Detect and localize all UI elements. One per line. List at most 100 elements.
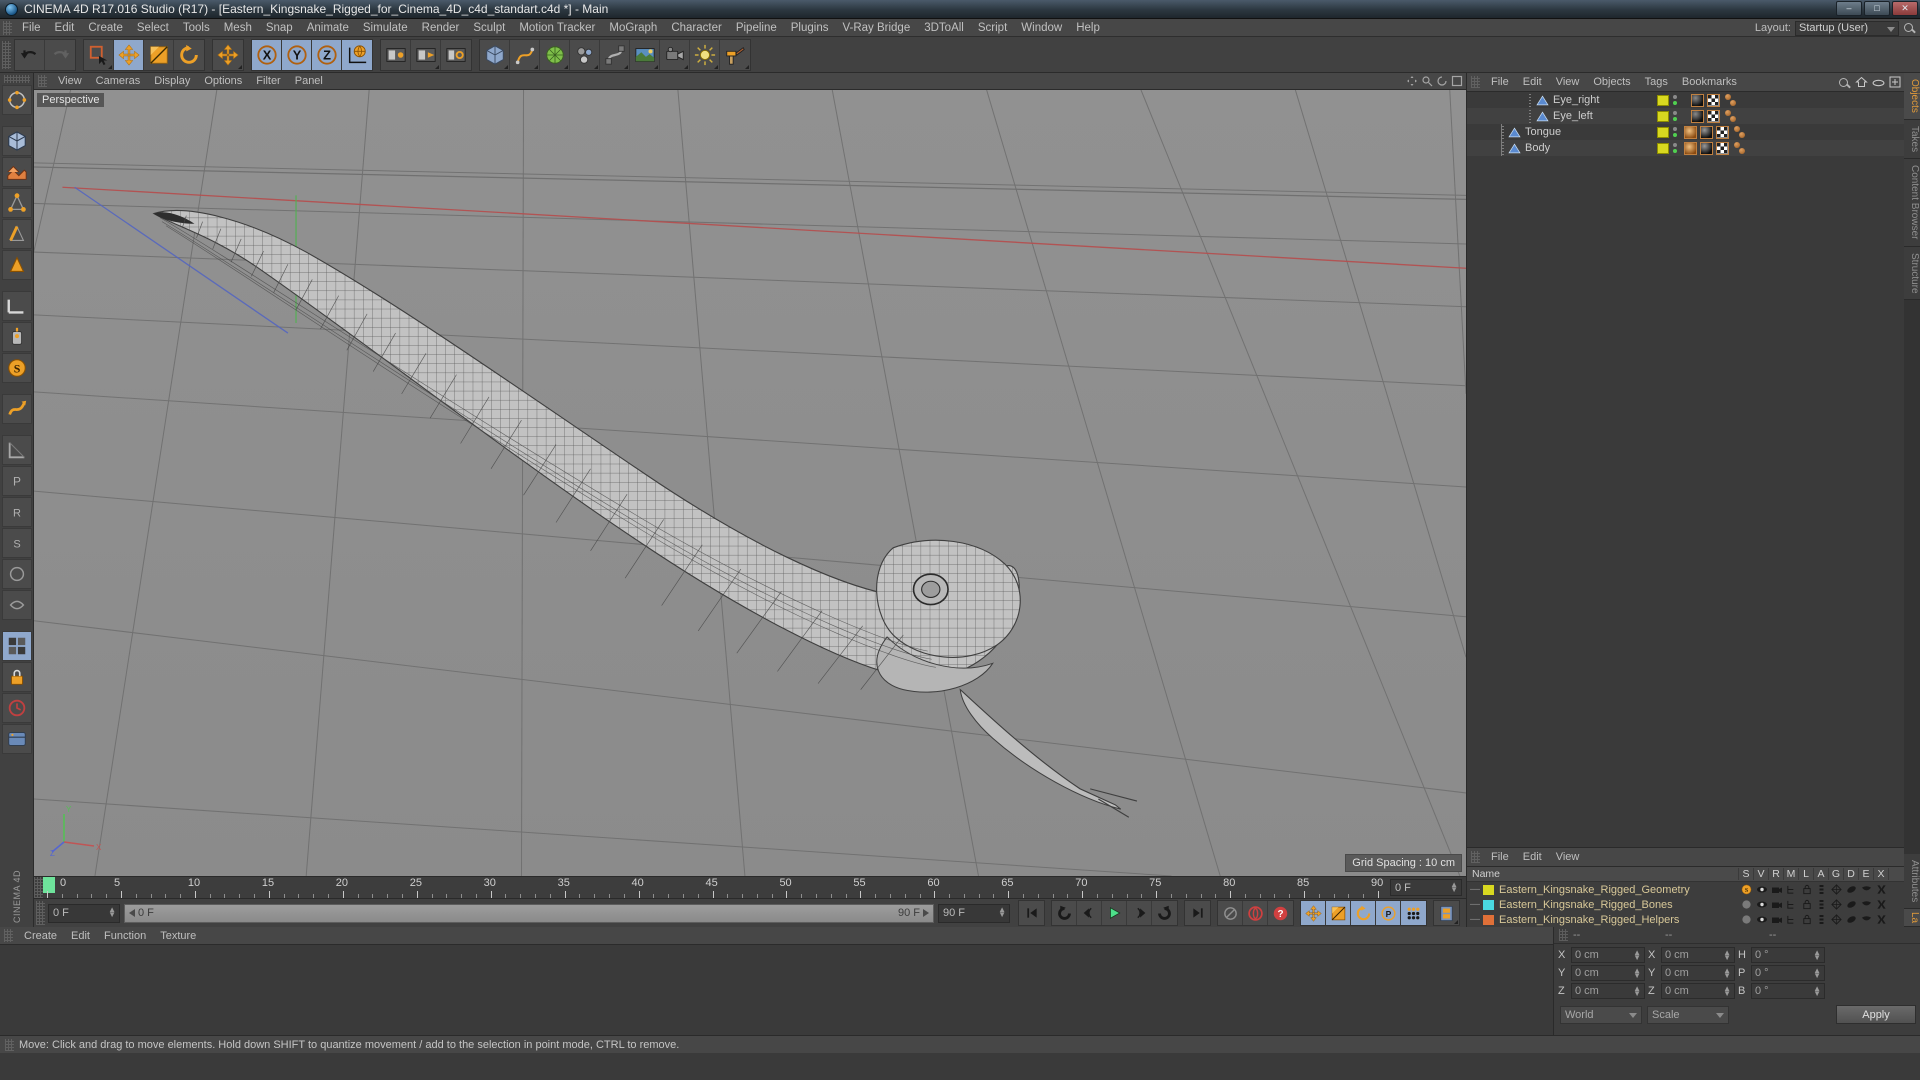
visibility-dots[interactable] [1673,127,1677,137]
lock-toggle[interactable] [1799,899,1814,910]
time-slider[interactable]: 0 F 90 F [124,903,934,923]
viewport-menu-cameras[interactable]: Cameras [89,73,148,90]
menu-mograph[interactable]: MoGraph [602,19,664,37]
rotation-toggle[interactable] [1351,901,1376,925]
layer-color-swatch[interactable] [1657,142,1669,154]
editor-visibility-dot[interactable] [1673,143,1677,147]
size-z-field[interactable]: 0 cm ▲ ▼ [1661,983,1735,999]
play-backwards-button[interactable] [1052,901,1077,925]
layer-color-swatch[interactable] [1657,126,1669,138]
render-toggle[interactable] [1769,900,1784,910]
render-toggle[interactable] [1769,915,1784,925]
column-header-m[interactable]: M [1784,868,1799,880]
list-item[interactable]: — Eastern_Kingsnake_Rigged_Bones [1467,897,1904,912]
menubar-grip[interactable] [3,20,12,35]
layermgr-menu-view[interactable]: View [1549,848,1587,867]
measure-button[interactable] [1,435,32,465]
extra-tag-dots[interactable] [1724,109,1742,123]
menu-render[interactable]: Render [415,19,467,37]
visibility-dots[interactable] [1673,95,1677,105]
add-spline-button[interactable] [510,39,540,70]
snap-button[interactable]: S [1,353,32,383]
pos-y-field[interactable]: 0 cm ▲ ▼ [1571,965,1645,981]
xref-toggle[interactable] [1874,899,1889,910]
matmgr-menu-create[interactable]: Create [17,927,64,945]
menu-pipeline[interactable]: Pipeline [729,19,784,37]
objmgr-menu-tags[interactable]: Tags [1638,73,1675,92]
menu-window[interactable]: Window [1014,19,1069,37]
make-editable-button[interactable] [1,85,32,115]
viewport-3d-canvas[interactable]: Perspective Y X Z Grid Spacing: 10 cm [34,90,1466,876]
add-deformer-button[interactable] [600,39,630,70]
manager-toggle[interactable] [1784,899,1799,910]
checker-tag-icon[interactable] [1716,125,1729,139]
point-mode-button[interactable] [1,188,32,218]
play-forward-button[interactable] [1102,901,1127,925]
home-icon[interactable] [1855,76,1868,91]
menu-character[interactable]: Character [664,19,729,37]
menu-simulate[interactable]: Simulate [356,19,415,37]
extra-tag-dots[interactable] [1733,125,1751,139]
search-icon[interactable] [1903,22,1916,35]
visible-toggle[interactable] [1754,900,1769,909]
lock-toggle[interactable] [1799,914,1814,925]
menu-3dtoall[interactable]: 3DToAll [917,19,971,37]
tab-attributes[interactable]: Attributes [1904,853,1920,909]
spinner-arrows-icon[interactable]: ▲ ▼ [1723,967,1731,980]
column-header-r[interactable]: R [1769,868,1784,880]
ellipse-icon[interactable] [1872,77,1885,91]
column-header-l[interactable]: L [1799,868,1814,880]
spinner-arrows-icon[interactable]: ▲ ▼ [1813,967,1821,980]
objmgr-menu-objects[interactable]: Objects [1586,73,1637,92]
spinner-arrows-icon[interactable]: ▲ ▼ [1723,985,1731,998]
time-options-button[interactable] [1,693,32,723]
viewport-menu-display[interactable]: Display [147,73,197,90]
world-coordinate-button[interactable] [342,39,372,70]
table-row[interactable]: Eye_right [1467,92,1904,108]
spinner-arrows-icon[interactable]: ▲ ▼ [1633,967,1641,980]
next-key-button[interactable] [1127,901,1152,925]
column-header-s[interactable]: S [1739,868,1754,880]
undo-button[interactable] [15,39,45,70]
tab-layers[interactable]: La [1904,908,1920,927]
visibility-dots[interactable] [1673,111,1677,121]
visible-toggle[interactable] [1754,915,1769,924]
layer-color-swatch[interactable] [1483,884,1494,895]
go-to-start-button[interactable] [1019,901,1044,925]
generator-toggle[interactable] [1829,899,1844,910]
layer-manager-grip[interactable] [1471,851,1480,863]
extra-tool-1-button[interactable] [1,559,32,589]
expression-toggle[interactable] [1859,900,1874,909]
material-list-area[interactable] [0,945,1553,1035]
loop-button[interactable] [1152,901,1177,925]
layer-color-swatch[interactable] [1657,94,1669,106]
column-header-e[interactable]: E [1859,868,1874,880]
column-header-x[interactable]: X [1874,868,1889,880]
current-frame-field[interactable]: 0 F ▲ ▼ [48,903,120,923]
solo-toggle[interactable]: S [1739,884,1754,895]
slider-right-cap[interactable]: 90 F [894,907,933,919]
rotate-view-icon[interactable] [1436,75,1448,87]
checker-tag-icon[interactable] [1716,141,1729,155]
rot-b-field[interactable]: 0 ° ▲ ▼ [1751,983,1825,999]
column-header-a[interactable]: A [1814,868,1829,880]
layer-color-swatch[interactable] [1657,110,1669,122]
menu-plugins[interactable]: Plugins [784,19,836,37]
scale-tool-button[interactable] [144,39,174,70]
add-light-button[interactable] [690,39,720,70]
search-icon[interactable] [1838,77,1851,90]
menu-select[interactable]: Select [130,19,176,37]
generator-toggle[interactable] [1829,914,1844,925]
zoom-view-icon[interactable] [1421,75,1433,87]
live-selection-button[interactable] [84,39,114,70]
column-header-v[interactable]: V [1754,868,1769,880]
record-active-objects-button[interactable] [1243,901,1268,925]
editor-visibility-dot[interactable] [1673,127,1677,131]
menu-snap[interactable]: Snap [259,19,300,37]
matmgr-menu-function[interactable]: Function [97,927,153,945]
tab-objects[interactable]: Objects [1904,73,1920,120]
add-cube-button[interactable] [480,39,510,70]
workplane-button[interactable] [1,291,32,321]
maximize-button[interactable]: □ [1864,1,1890,16]
table-row[interactable]: Tongue [1467,124,1904,140]
